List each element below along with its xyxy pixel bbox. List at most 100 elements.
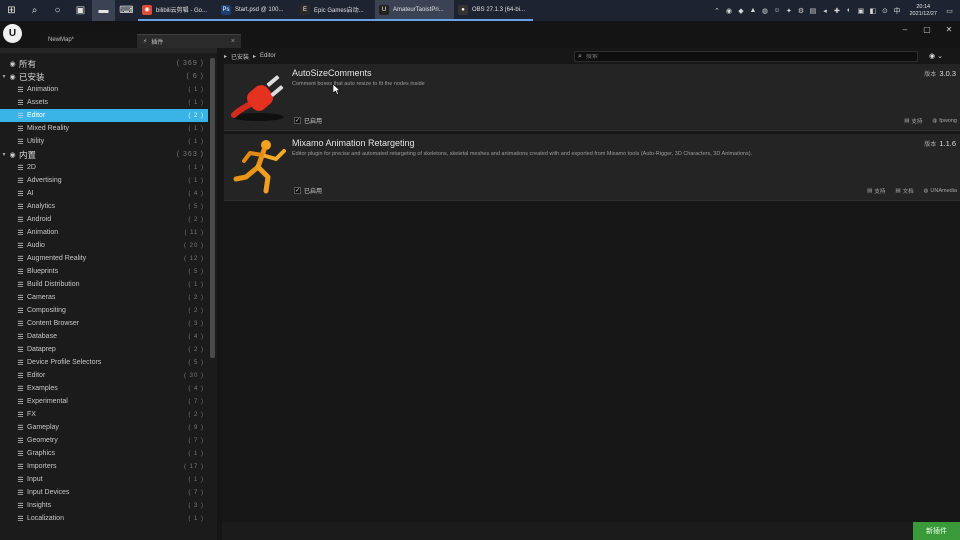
category-count: ( 2 ) [188,216,204,223]
category-item[interactable]: ☰ Graphics ( 1 ) [0,447,208,460]
category-item[interactable]: ☰ Build Distribution ( 1 ) [0,278,208,291]
checkbox-checked-icon[interactable]: ✓ [294,187,301,194]
vendor-link[interactable]: ◍ UNAmedia [924,187,957,195]
category-label: Examples [27,385,58,392]
search-icon[interactable]: ⌕ [23,0,46,21]
category-count: ( 11 ) [184,229,204,236]
taskbar-app[interactable]: Ps Start.psd @ 100... [217,0,296,21]
category-group[interactable]: ▾ ◉ 已安装 ( 6 ) [0,70,208,83]
search-box[interactable]: ⌕ [574,51,918,62]
new-plugin-button[interactable]: 新插件 [913,522,960,540]
tab-newmap[interactable]: NewMap* [40,34,136,48]
category-item[interactable]: ☰ Localization ( 1 ) [0,512,208,525]
breadcrumb-root[interactable]: 已安装 [231,52,249,61]
tray-app-icon[interactable]: ▣ [856,6,865,15]
ime-icon[interactable]: 中 [892,6,901,15]
category-item[interactable]: ☰ Geometry ( 7 ) [0,434,208,447]
plugin-card[interactable]: Mixamo Animation Retargeting Editor plug… [224,134,960,201]
tray-app-icon[interactable]: ✚ [832,6,841,15]
search-input[interactable] [585,53,886,60]
category-item[interactable]: ☰ Audio ( 20 ) [0,239,208,252]
tray-app-icon[interactable]: ☺ [772,6,781,15]
category-item[interactable]: ☰ AI ( 4 ) [0,187,208,200]
category-item[interactable]: ☰ Compositing ( 2 ) [0,304,208,317]
docs-link[interactable]: ▤ 文档 [895,187,913,195]
category-label: Compositing [27,307,66,314]
start-icon[interactable]: ⊞ [0,0,23,21]
category-item[interactable]: ☰ Examples ( 4 ) [0,382,208,395]
taskbar-app[interactable]: ◉ bilibili云剪辑 - Go... [138,0,217,21]
support-link[interactable]: ▤ 支持 [867,187,885,195]
category-item[interactable]: ☰ Gameplay ( 9 ) [0,421,208,434]
category-item[interactable]: ☰ Mixed Reality ( 1 ) [0,122,208,135]
category-item[interactable]: ☰ Importers ( 17 ) [0,460,208,473]
vendor-link[interactable]: ◍ fpwong [932,117,957,125]
category-item[interactable]: ☰ Experimental ( 7 ) [0,395,208,408]
list-category-icon: ☰ [17,281,24,289]
category-item[interactable]: ☰ Input ( 1 ) [0,473,208,486]
plugin-card[interactable]: AutoSizeComments Comment boxes that auto… [224,64,960,131]
category-item[interactable]: ☰ Database ( 4 ) [0,330,208,343]
minimize-icon[interactable]: – [894,21,916,37]
tray-app-icon[interactable]: ◍ [760,6,769,15]
category-item[interactable]: ☰ Analytics ( 5 ) [0,200,208,213]
tray-app-icon[interactable]: ▲ [748,6,757,15]
category-count: ( 20 ) [183,242,204,249]
clock[interactable]: 20:14 2021/12/27 [909,4,937,18]
category-item[interactable]: ☰ Editor ( 2 ) [0,109,208,122]
breadcrumb-current[interactable]: Editor [260,53,276,59]
enabled-toggle[interactable]: ✓ 已启用 [294,116,322,125]
file-explorer-icon[interactable]: ▬ [92,0,115,21]
category-item[interactable]: ☰ Insights ( 3 ) [0,499,208,512]
tray-app-icon[interactable]: ◐ [844,6,853,15]
chevron-up-icon[interactable]: ⌃ [712,6,721,15]
volume-icon[interactable]: ◂ [820,6,829,15]
enabled-toggle[interactable]: ✓ 已启用 [294,186,322,195]
taskbar-app[interactable]: ● OBS 27.1.3 (64-bi... [454,0,533,21]
tray-app-icon[interactable]: ◉ [724,6,733,15]
expand-arrow-icon[interactable]: ▾ [0,73,8,80]
category-item[interactable]: ☰ Dataprep ( 2 ) [0,343,208,356]
tray-app-icon[interactable]: ◆ [736,6,745,15]
notification-icon[interactable]: ▭ [945,6,954,15]
sidebar-scrollbar[interactable] [210,58,215,358]
network-icon[interactable]: ▤ [808,6,817,15]
category-item[interactable]: ☰ Advertising ( 1 ) [0,174,208,187]
category-group[interactable]: ◉ 所有 ( 369 ) [0,57,208,70]
tray-app-icon[interactable]: ✦ [784,6,793,15]
maximize-icon[interactable]: ▢ [916,21,938,37]
tray-app-icon[interactable]: ⊙ [880,6,889,15]
app-icon: ● [458,4,468,15]
enabled-label: 已启用 [304,119,323,125]
category-item[interactable]: ☰ Animation ( 1 ) [0,83,208,96]
category-label: Geometry [27,437,58,444]
taskbar-app[interactable]: E Epic Games启动... [296,0,375,21]
category-group[interactable]: ▾ ◉ 内置 ( 363 ) [0,148,208,161]
category-item[interactable]: ☰ Editor ( 30 ) [0,369,208,382]
support-link[interactable]: ▤ 支持 [904,117,922,125]
task-view-icon[interactable]: ▣ [69,0,92,21]
category-item[interactable]: ☰ FX ( 2 ) [0,408,208,421]
close-icon[interactable]: × [231,38,235,45]
category-item[interactable]: ☰ Cameras ( 2 ) [0,291,208,304]
category-item[interactable]: ☰ Content Browser ( 3 ) [0,317,208,330]
tab-plugins[interactable]: ⚡ 插件 × [137,34,241,48]
category-item[interactable]: ☰ Input Devices ( 7 ) [0,486,208,499]
category-item[interactable]: ☰ Assets ( 1 ) [0,96,208,109]
cortana-icon[interactable]: ○ [46,0,69,21]
category-item[interactable]: ☰ Device Profile Selectors ( 5 ) [0,356,208,369]
tray-app-icon[interactable]: ◧ [868,6,877,15]
close-window-icon[interactable]: ✕ [938,21,960,37]
terminal-icon[interactable]: ⌨ [115,0,138,21]
category-item[interactable]: ☰ Android ( 2 ) [0,213,208,226]
category-item[interactable]: ☰ 2D ( 1 ) [0,161,208,174]
expand-arrow-icon[interactable]: ▾ [0,151,8,158]
checkbox-checked-icon[interactable]: ✓ [294,117,301,124]
view-options-button[interactable]: ◉ ⌄ [929,52,943,60]
category-item[interactable]: ☰ Augmented Reality ( 12 ) [0,252,208,265]
tray-app-icon[interactable]: ⚙ [796,6,805,15]
category-item[interactable]: ☰ Blueprints ( 5 ) [0,265,208,278]
category-item[interactable]: ☰ Utility ( 1 ) [0,135,208,148]
category-item[interactable]: ☰ Animation ( 11 ) [0,226,208,239]
taskbar-app[interactable]: U AmateurTaoistPri... [375,0,454,21]
